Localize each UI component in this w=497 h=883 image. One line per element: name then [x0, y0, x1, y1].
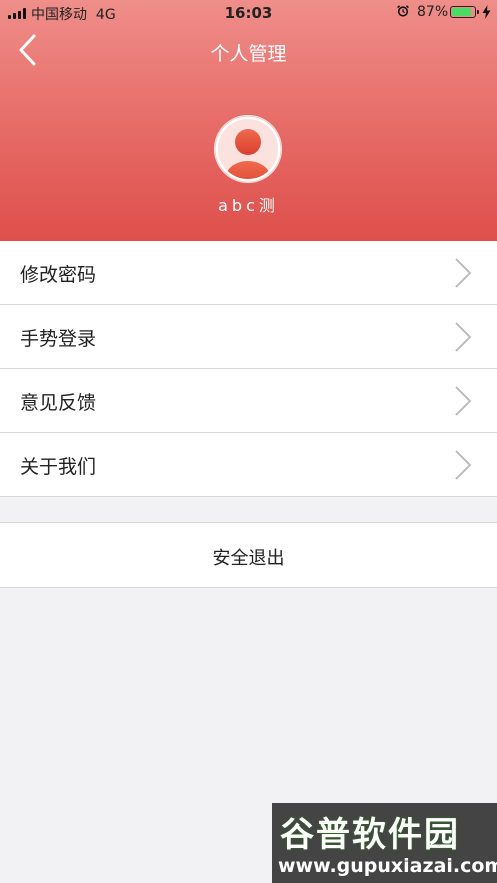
watermark-url: www.gupuxiazai.com [278, 855, 497, 877]
logout-label: 安全退出 [212, 548, 285, 569]
chevron-right-icon [455, 322, 472, 352]
menu-item-about-us[interactable]: 关于我们 [0, 433, 497, 496]
chevron-right-icon [455, 258, 472, 288]
menu-item-feedback[interactable]: 意见反馈 [0, 369, 497, 433]
alarm-clock-icon [397, 5, 409, 17]
menu-item-gesture-login[interactable]: 手势登录 [0, 305, 497, 369]
page-title: 个人管理 [210, 43, 287, 65]
menu-item-label: 意见反馈 [20, 392, 97, 414]
user-avatar-icon[interactable] [214, 115, 282, 183]
menu-item-change-password[interactable]: 修改密码 [0, 241, 497, 305]
settings-menu: 修改密码 手势登录 意见反馈 关于我们 [0, 241, 497, 497]
menu-item-label: 修改密码 [20, 264, 97, 286]
header-banner: 中国移动 4G 16:03 87% 个人管理 abc测 [0, 0, 497, 241]
battery-level-fill [452, 8, 472, 16]
chevron-right-icon [455, 386, 472, 416]
site-watermark: 谷普软件园 www.gupuxiazai.com [272, 803, 497, 883]
watermark-name: 谷普软件园 [280, 815, 460, 855]
status-bar: 中国移动 4G 16:03 87% [0, 0, 497, 26]
chevron-right-icon [455, 450, 472, 480]
logout-button[interactable]: 安全退出 [0, 522, 497, 588]
battery-cap [477, 10, 479, 14]
menu-item-label: 关于我们 [20, 456, 97, 478]
menu-item-label: 手势登录 [20, 328, 97, 350]
battery-icon [450, 6, 476, 18]
username: abc测 [218, 196, 279, 215]
charging-bolt-icon [482, 5, 491, 19]
personal-management-screen: 中国移动 4G 16:03 87% 个人管理 abc测 修改密码 手势登录 意见… [0, 0, 497, 883]
battery-percentage: 87% [417, 4, 449, 20]
